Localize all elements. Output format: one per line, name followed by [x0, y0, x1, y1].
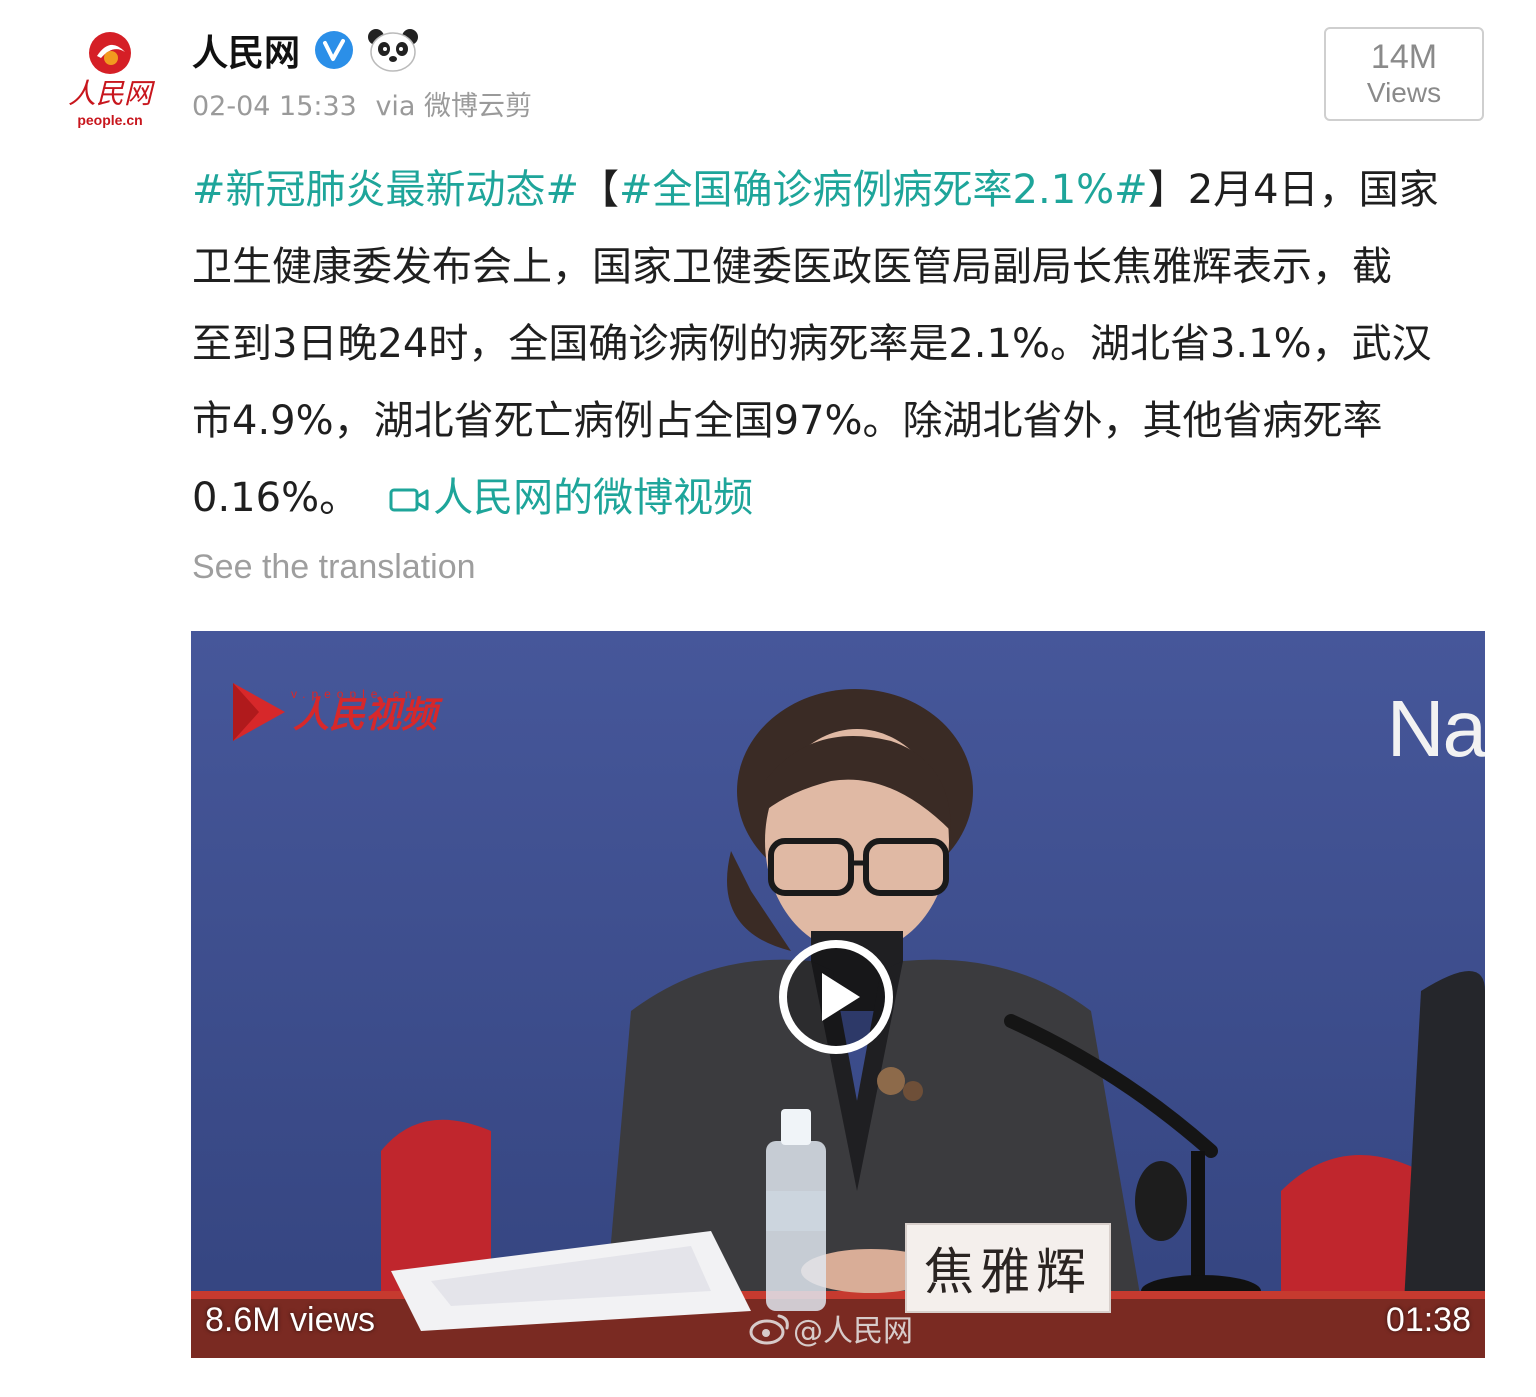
account-name[interactable]: 人民网 — [192, 24, 300, 76]
video-player[interactable]: 人民视频 v.people.cn Na 焦雅辉 8.6M views @人民网 … — [191, 631, 1485, 1358]
post-line-2: 卫生健康委发布会上，国家卫健委医政医管局副局长焦雅辉表示，截 — [192, 244, 1392, 290]
play-button-icon[interactable] — [776, 937, 896, 1057]
weibo-logo-icon — [749, 1314, 789, 1345]
post-body: #新冠肺炎最新动态#【#全国确诊病例病死率2.1%#】2月4日，国家 卫生健康委… — [192, 152, 1492, 537]
play-logo-icon — [233, 683, 285, 741]
video-watermark: @人民网 — [749, 1306, 913, 1350]
panda-icon — [368, 29, 419, 72]
post-source[interactable]: via 微博云剪 — [375, 91, 532, 122]
post-line-1: #新冠肺炎最新动态#【#全国确诊病例病死率2.1%#】2月4日，国家 — [192, 152, 1492, 229]
post-timestamp: 02-04 15:33 — [192, 91, 357, 122]
video-source-label: 人民网的微博视频 — [433, 475, 754, 521]
video-watermark-text: @人民网 — [793, 1314, 913, 1349]
post-line-5: 0.16%。 人民网的微博视频 — [192, 460, 1492, 537]
post-meta: 02-04 15:33 via 微博云剪 — [192, 84, 532, 123]
video-corner-logo-subtext: v.people.cn — [291, 687, 418, 701]
views-count-box: 14M Views — [1324, 27, 1484, 121]
speaker-nameplate: 焦雅辉 — [905, 1223, 1111, 1313]
post-text-segment: 0.16%。 — [192, 475, 360, 521]
views-count: 14M — [1370, 38, 1438, 76]
views-label: Views — [1366, 77, 1442, 108]
post-text-segment: 2月4日，国家 — [1187, 167, 1439, 213]
bracket-open: 【 — [579, 167, 620, 213]
avatar-logo-text: 人民网 — [62, 76, 158, 114]
account-header: 人民网 — [192, 24, 420, 76]
video-camera-icon — [389, 488, 429, 512]
account-avatar[interactable]: 人民网 people.cn — [52, 24, 168, 136]
video-source-link[interactable]: 人民网的微博视频 — [389, 475, 753, 521]
video-duration: 01:38 — [1385, 1301, 1471, 1339]
avatar-logo-glyphs: 人民网 — [68, 77, 156, 110]
post-line-4: 市4.9%，湖北省死亡病例占全国97%。除湖北省外，其他省病死率 — [192, 398, 1383, 444]
backdrop-text: Na — [1386, 684, 1485, 773]
people-logo-swirl-icon — [89, 32, 131, 74]
post-line-3: 至到3日晚24时，全国确诊病例的病死率是2.1%。湖北省3.1%，武汉 — [192, 321, 1432, 367]
hashtag-link[interactable]: #新冠肺炎最新动态# — [192, 167, 579, 213]
avatar-domain: people.cn — [77, 112, 143, 128]
hashtag-link[interactable]: #全国确诊病例病死率2.1%# — [619, 167, 1148, 213]
video-view-count: 8.6M views — [205, 1301, 376, 1339]
verified-badge-icon — [315, 31, 354, 69]
see-translation-link[interactable]: See the translation — [192, 548, 476, 587]
bracket-close: 】 — [1147, 167, 1188, 213]
